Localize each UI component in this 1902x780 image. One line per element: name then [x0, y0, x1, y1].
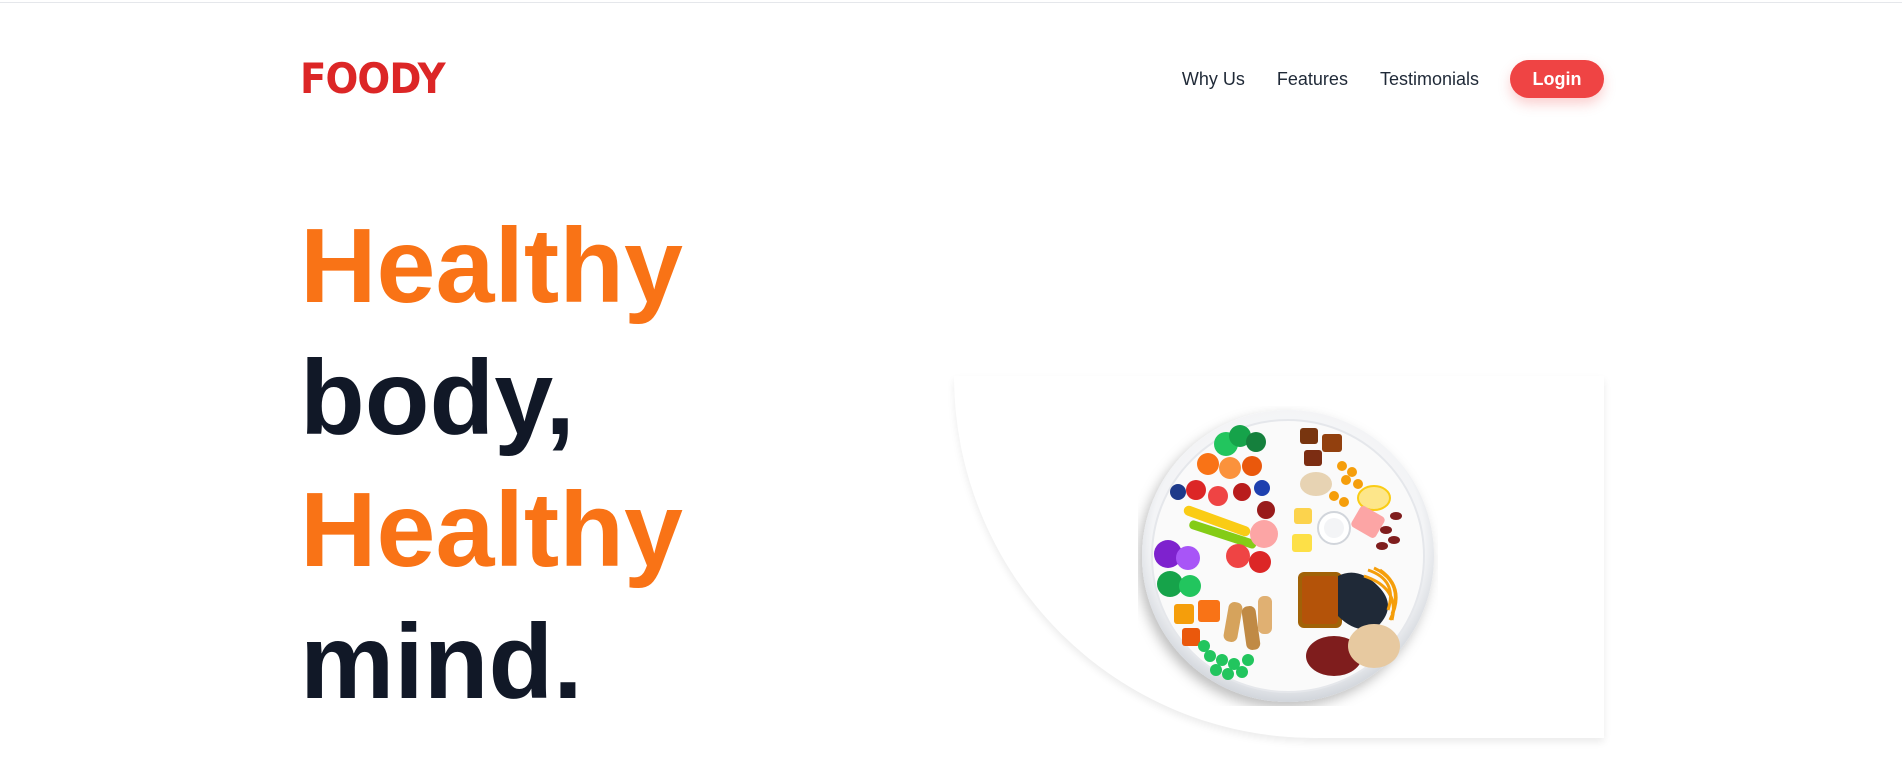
- nav-link-why-us[interactable]: Why Us: [1182, 69, 1245, 90]
- top-border: [0, 2, 1902, 3]
- hero-image-panel: [954, 376, 1604, 738]
- login-button[interactable]: Login: [1510, 60, 1604, 98]
- food-plate-image: [1138, 406, 1438, 711]
- hero-line-3: Healthy: [300, 471, 683, 589]
- nav-links: Why Us Features Testimonials Login: [1150, 60, 1604, 98]
- hero-line-1: Healthy: [300, 207, 683, 325]
- food-plate-illustration: [1142, 410, 1434, 702]
- hero-line-2: body,: [300, 339, 575, 457]
- navbar: FOODY Why Us Features Testimonials Login: [300, 56, 1604, 102]
- nav-link-testimonials[interactable]: Testimonials: [1380, 69, 1479, 90]
- hero-line-4: mind.: [300, 603, 583, 721]
- hero-title: Healthy body, Healthy mind.: [300, 200, 683, 728]
- logo[interactable]: FOODY: [300, 58, 446, 100]
- nav-link-features[interactable]: Features: [1277, 69, 1348, 90]
